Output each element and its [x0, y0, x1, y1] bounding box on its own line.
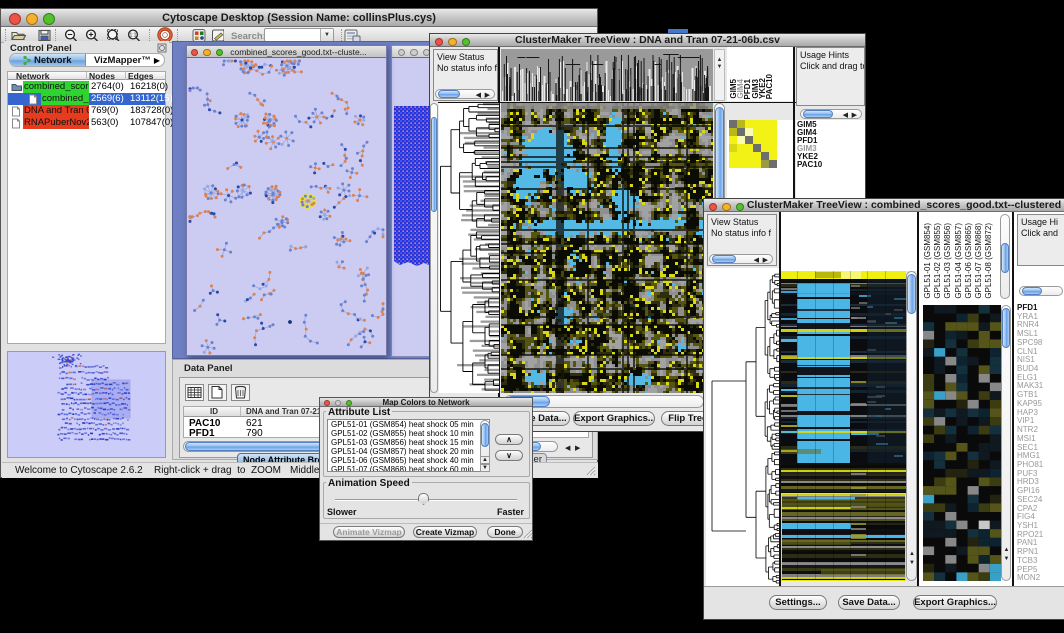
- svg-text:1:1: 1:1: [130, 33, 137, 39]
